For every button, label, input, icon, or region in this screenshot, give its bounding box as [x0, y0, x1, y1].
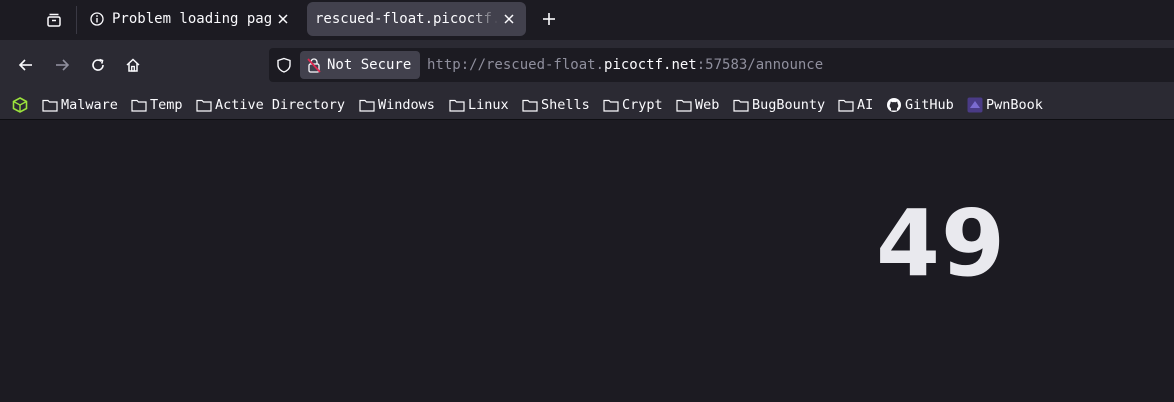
bookmark-linux[interactable]: Linux [449, 95, 509, 115]
folder-icon [676, 97, 692, 113]
tab-separator [76, 6, 77, 34]
bookmark-web[interactable]: Web [676, 95, 719, 115]
arrow-left-icon [18, 59, 32, 71]
bookmark-label: Linux [468, 97, 509, 113]
bookmark-active-directory[interactable]: Active Directory [196, 95, 345, 115]
bookmark-label: Active Directory [215, 97, 346, 113]
bookmark-ai[interactable]: AI [838, 95, 873, 115]
tab-problem-loading[interactable]: Problem loading page [80, 2, 300, 36]
cube-icon [12, 97, 28, 113]
bookmark-pwnbook[interactable]: PwnBook [967, 95, 1043, 115]
folder-icon [359, 97, 375, 113]
arrow-right-icon [56, 59, 70, 71]
url-suffix: :57583/announce [696, 57, 824, 73]
folder-icon [838, 97, 854, 113]
new-tab-button[interactable] [536, 6, 562, 32]
bookmark-label: Web [695, 97, 720, 113]
announce-number: 49 [876, 190, 1007, 297]
info-icon [88, 10, 106, 28]
reload-button[interactable] [85, 52, 111, 78]
bookmark-temp[interactable]: Temp [131, 95, 183, 115]
page-content: 49 [0, 121, 1174, 402]
folder-icon [733, 97, 749, 113]
home-button[interactable] [120, 52, 146, 78]
bookmark-crypt[interactable]: Crypt [603, 95, 663, 115]
folder-icon [522, 97, 538, 113]
folder-icon [131, 97, 147, 113]
tab-rescued-float[interactable]: rescued-float.picoctf.net:57583/announce [307, 2, 526, 36]
bookmark-windows[interactable]: Windows [359, 95, 435, 115]
reload-icon [92, 58, 104, 71]
plus-icon [543, 13, 555, 25]
tab-manager-button[interactable] [40, 6, 68, 34]
url-bar[interactable]: Not Secure http://rescued-float.picoctf.… [269, 48, 1174, 82]
close-icon[interactable] [498, 8, 520, 30]
bookmark-malware[interactable]: Malware [42, 95, 118, 115]
bookmarks-toolbar: Malware Temp Active Directory Windows Li… [0, 90, 1174, 120]
url-host: picoctf.net [604, 57, 697, 73]
url-prefix: http://rescued-float. [427, 57, 605, 73]
bookmark-label: Malware [61, 97, 118, 113]
back-button[interactable] [13, 52, 39, 78]
tab-manager-icon [47, 13, 61, 27]
home-icon [126, 58, 140, 72]
insecure-lock-icon [306, 57, 322, 73]
bookmark-shells[interactable]: Shells [522, 95, 590, 115]
bookmark-cube[interactable] [12, 95, 31, 115]
not-secure-label: Not Secure [327, 57, 412, 73]
navigation-toolbar: Not Secure http://rescued-float.picoctf.… [0, 40, 1174, 90]
bookmark-github[interactable]: GitHub [886, 95, 954, 115]
bookmark-label: GitHub [905, 97, 954, 113]
forward-button[interactable] [49, 52, 75, 78]
folder-icon [603, 97, 619, 113]
bookmark-label: Shells [541, 97, 590, 113]
folder-icon [449, 97, 465, 113]
pwnbook-icon [967, 97, 983, 113]
bookmark-label: AI [857, 97, 874, 113]
tab-label: rescued-float.picoctf.net:57583/announce [315, 11, 498, 27]
bookmark-label: Temp [150, 97, 183, 113]
folder-icon [42, 97, 58, 113]
url-text[interactable]: http://rescued-float.picoctf.net:57583/a… [427, 57, 823, 73]
bookmark-label: BugBounty [752, 97, 826, 113]
bookmark-label: Windows [378, 97, 435, 113]
close-icon[interactable] [272, 8, 294, 30]
shield-icon[interactable] [275, 56, 293, 74]
github-icon [886, 97, 902, 113]
site-identity-button[interactable]: Not Secure [300, 51, 420, 79]
bookmark-label: Crypt [622, 97, 663, 113]
bookmark-label: PwnBook [986, 97, 1043, 113]
tab-label: Problem loading page [112, 11, 272, 27]
folder-icon [196, 97, 212, 113]
tab-strip: Problem loading page rescued-float.picoc… [0, 0, 1174, 40]
bookmark-bugbounty[interactable]: BugBounty [733, 95, 825, 115]
